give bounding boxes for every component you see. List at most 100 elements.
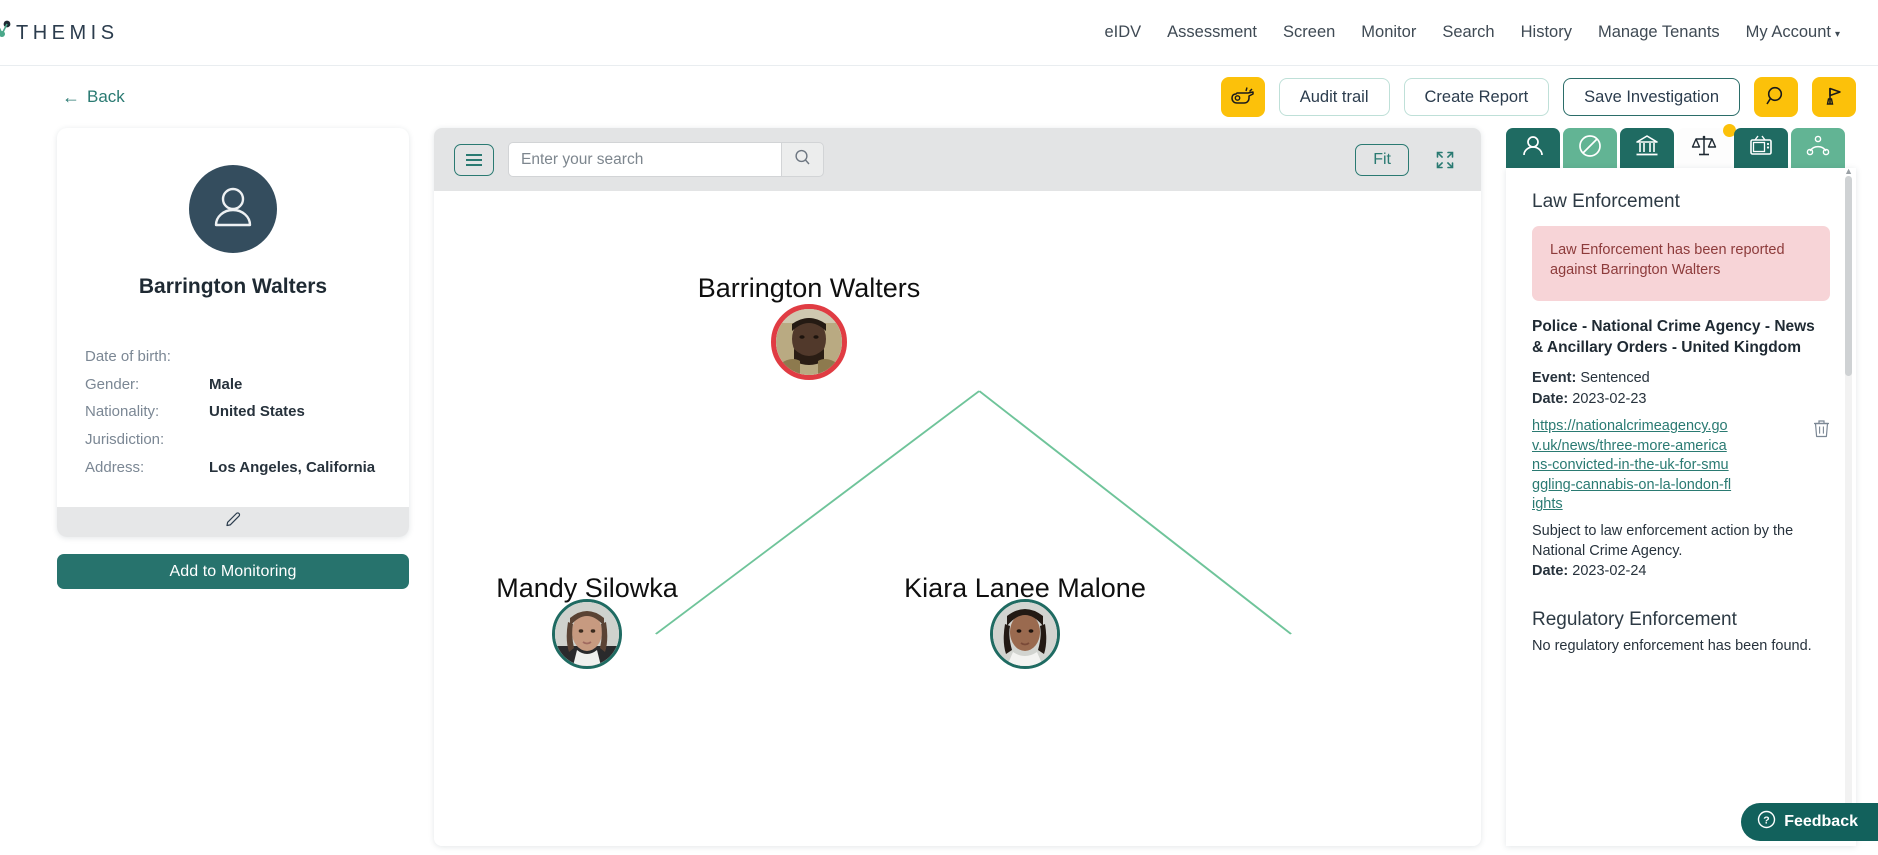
brand-name: THEMIS xyxy=(16,21,119,44)
graph-node-avatar[interactable] xyxy=(552,599,622,669)
scrollbar-thumb[interactable] xyxy=(1845,176,1852,376)
audit-trail-button[interactable]: Audit trail xyxy=(1278,78,1390,116)
prohibited-icon xyxy=(1577,133,1603,164)
tab-adverse-media[interactable] xyxy=(1734,128,1788,168)
avatar-container xyxy=(57,128,409,253)
action-toolbar: ← Back Audit trail Create Report Save In… xyxy=(0,66,1878,128)
tab-network[interactable] xyxy=(1791,128,1845,168)
person-icon xyxy=(1520,133,1546,164)
regulatory-enforcement-heading: Regulatory Enforcement xyxy=(1532,608,1737,630)
feedback-button[interactable]: ? Feedback xyxy=(1741,803,1878,841)
whistle-button[interactable] xyxy=(1220,77,1265,117)
add-to-monitoring-button[interactable]: Add to Monitoring xyxy=(57,554,409,590)
graph-node-avatar[interactable] xyxy=(771,304,847,380)
my-account-label: My Account xyxy=(1745,23,1831,41)
main-nav-links: eIDV Assessment Screen Monitor Search Hi… xyxy=(1104,23,1848,42)
whistle-icon xyxy=(1230,85,1255,110)
description-date-row: Date: 2023-02-24 xyxy=(1532,561,1830,582)
question-circle-icon: ? xyxy=(1757,810,1776,834)
search-input[interactable] xyxy=(508,142,781,177)
avatar xyxy=(189,165,277,253)
scroll-up-arrow[interactable]: ▲ xyxy=(1844,168,1853,176)
flag-icon-button[interactable] xyxy=(1812,77,1856,117)
nav-item-history[interactable]: History xyxy=(1521,23,1572,42)
profile-card: Barrington Walters Date of birth: Gender… xyxy=(57,128,409,538)
create-report-button[interactable]: Create Report xyxy=(1403,78,1550,116)
field-date-of-birth: Date of birth: xyxy=(85,347,381,368)
field-jurisdiction: Jurisdiction: xyxy=(85,430,381,451)
date-row: Date: 2023-02-23 xyxy=(1532,389,1830,410)
regulatory-enforcement-body: No regulatory enforcement has been found… xyxy=(1532,637,1812,654)
graph-search-group xyxy=(508,142,824,177)
source-title: Police - National Crime Agency - News & … xyxy=(1532,318,1815,357)
field-label: Gender: xyxy=(85,375,140,393)
source-url-link[interactable]: https://nationalcrimeagency.gov.uk/news/… xyxy=(1532,417,1732,515)
profile-column: Barrington Walters Date of birth: Gender… xyxy=(57,128,409,590)
search-submit-button[interactable] xyxy=(781,142,824,177)
nav-item-assessment[interactable]: Assessment xyxy=(1167,23,1257,42)
graph-toolbar: Fit xyxy=(434,128,1481,191)
right-panel-column: Law Enforcement Law Enforcement has been… xyxy=(1506,124,1856,846)
nav-item-manage-tenants[interactable]: Manage Tenants xyxy=(1598,23,1720,42)
law-enforcement-alert: Law Enforcement has been reported agains… xyxy=(1532,226,1830,302)
graph-node-label: Barrington Walters xyxy=(697,273,921,303)
field-label: Address: xyxy=(85,458,145,476)
nav-item-monitor[interactable]: Monitor xyxy=(1361,23,1416,42)
back-button[interactable]: ← Back xyxy=(62,87,125,107)
panel-scrollbar[interactable] xyxy=(1845,176,1852,838)
event-label: Event: xyxy=(1532,369,1577,386)
graph-edges xyxy=(655,390,1292,635)
magnifier-icon xyxy=(1765,85,1787,110)
top-navigation-bar: THEMIS eIDV Assessment Screen Monitor Se… xyxy=(0,0,1878,66)
pencil-icon xyxy=(224,510,243,534)
tab-person[interactable] xyxy=(1506,128,1560,168)
hamburger-icon[interactable] xyxy=(454,143,494,176)
brand-logo[interactable]: THEMIS xyxy=(0,20,119,44)
date-value: 2023-02-23 xyxy=(1572,390,1647,407)
law-enforcement-panel: Law Enforcement Law Enforcement has been… xyxy=(1506,168,1856,846)
nav-item-screen[interactable]: Screen xyxy=(1283,23,1335,42)
save-investigation-button[interactable]: Save Investigation xyxy=(1563,78,1740,116)
flag-icon xyxy=(1823,85,1845,110)
graph-column: Fit Barrington Walters xyxy=(434,128,1481,846)
nav-item-search[interactable]: Search xyxy=(1442,23,1494,42)
field-label: Date of birth: xyxy=(85,348,171,365)
trash-icon[interactable] xyxy=(1813,417,1830,443)
person-avatar-icon xyxy=(207,181,259,238)
law-enforcement-heading: Law Enforcement xyxy=(1532,191,1680,212)
nav-item-my-account[interactable]: My Account ▾ xyxy=(1746,23,1840,42)
fit-button[interactable]: Fit xyxy=(1355,143,1409,176)
edit-profile-button[interactable] xyxy=(57,507,409,538)
main-content: Barrington Walters Date of birth: Gender… xyxy=(0,124,1878,855)
field-value: United States xyxy=(209,403,305,421)
graph-canvas[interactable]: Barrington Walters Mandy Silowka Kiara L… xyxy=(434,191,1481,846)
date-label: Date: xyxy=(1532,390,1569,407)
network-icon xyxy=(1805,133,1831,164)
panel-scroll-area: Law Enforcement Law Enforcement has been… xyxy=(1506,168,1856,846)
field-nationality: Nationality: United States xyxy=(85,402,381,423)
feedback-label: Feedback xyxy=(1784,813,1858,830)
event-row: Event: Sentenced xyxy=(1532,368,1830,389)
tab-law-enforcement[interactable] xyxy=(1677,124,1736,168)
back-label: Back xyxy=(87,87,125,106)
field-value: Los Angeles, California xyxy=(209,458,376,476)
scales-icon xyxy=(1691,133,1717,164)
graph-node-avatar[interactable] xyxy=(990,599,1060,669)
arrow-left-icon: ← xyxy=(62,87,80,107)
desc-date-label: Date: xyxy=(1532,563,1569,580)
expand-arrows-icon[interactable] xyxy=(1429,144,1461,176)
tab-sanctions[interactable] xyxy=(1563,128,1617,168)
tab-government[interactable] xyxy=(1620,128,1674,168)
bank-icon xyxy=(1634,133,1660,164)
source-link-row: https://nationalcrimeagency.gov.uk/news/… xyxy=(1532,417,1830,515)
field-label: Nationality: xyxy=(85,403,160,421)
event-value: Sentenced xyxy=(1580,369,1650,386)
nav-item-eidv[interactable]: eIDV xyxy=(1104,23,1141,42)
search-icon-button[interactable] xyxy=(1754,77,1798,117)
source-description: Subject to law enforcement action by the… xyxy=(1532,522,1794,559)
profile-name: Barrington Walters xyxy=(138,275,328,298)
television-icon xyxy=(1748,133,1774,164)
field-label: Jurisdiction: xyxy=(85,431,165,449)
svg-text:?: ? xyxy=(1763,815,1769,827)
magnifier-icon xyxy=(793,148,812,172)
